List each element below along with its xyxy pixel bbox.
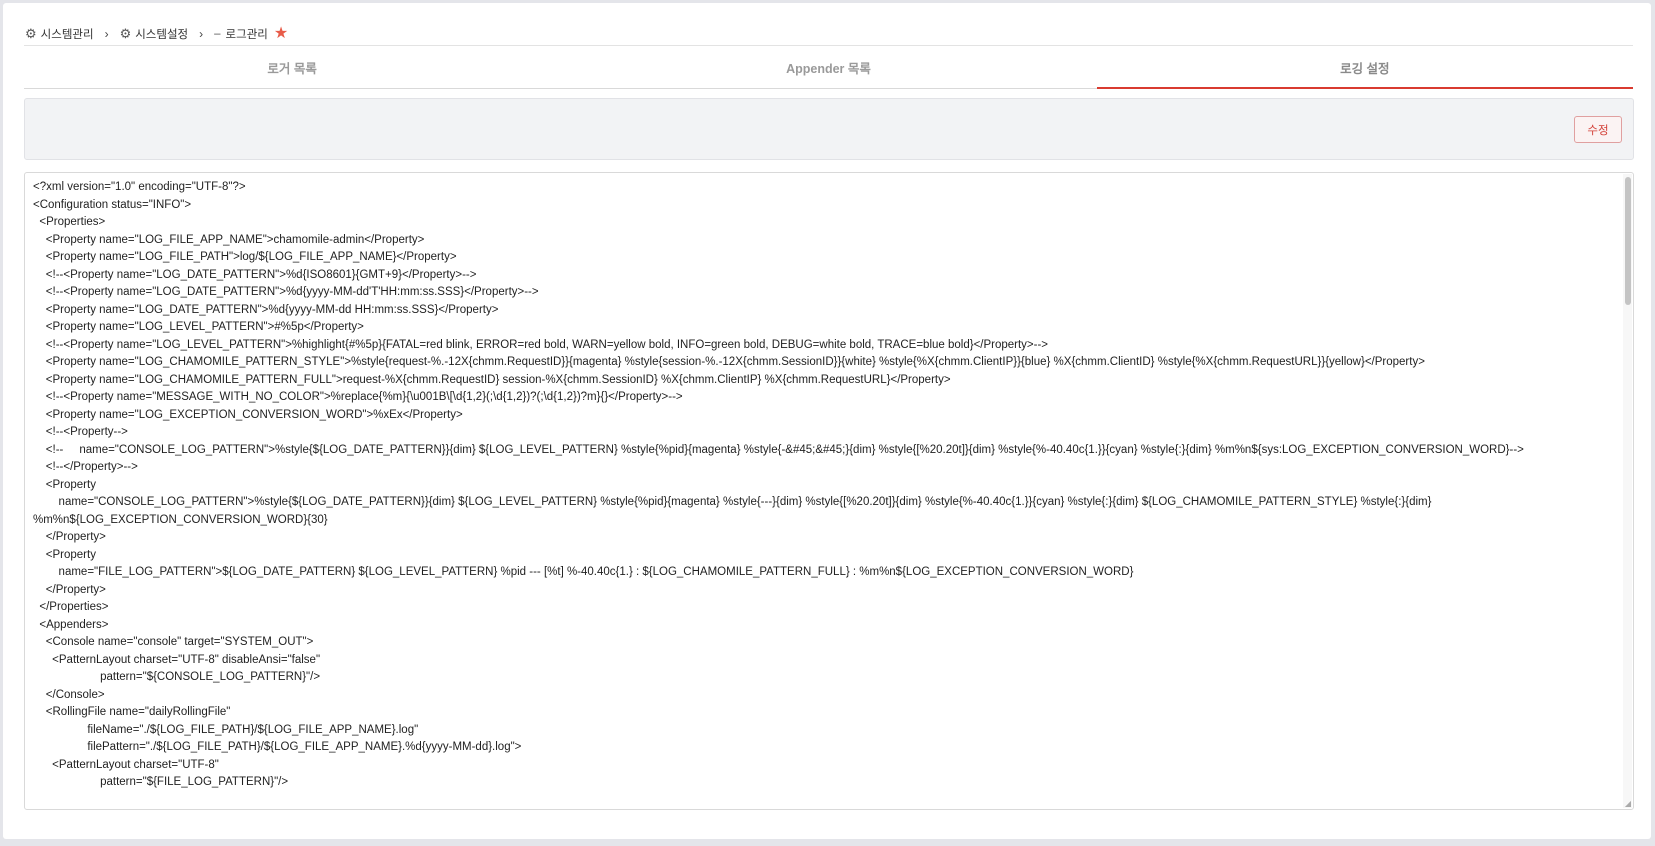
tab-bar: 로거 목록 Appender 목록 로깅 설정 — [24, 47, 1634, 89]
edit-button[interactable]: 수정 — [1574, 116, 1622, 143]
star-icon[interactable]: ★ — [274, 23, 288, 43]
divider — [24, 45, 1633, 46]
config-text[interactable]: <?xml version="1.0" encoding="UTF-8"?> <C… — [33, 179, 1619, 809]
tab-logging-settings[interactable]: 로깅 설정 — [1096, 47, 1634, 89]
code-line: <RollingFile name="dailyRollingFile" — [33, 706, 231, 718]
code-line: <PatternLayout charset="UTF-8" — [33, 758, 219, 771]
tab-label: 로깅 설정 — [1340, 62, 1390, 76]
code-line: <Property name="LOG_CHAMOMILE_PATTERN_FU… — [33, 373, 951, 386]
breadcrumb-label: 시스템관리 — [40, 29, 94, 41]
chevron-right-icon: › — [104, 27, 109, 41]
resize-handle-icon[interactable]: ◢ — [1625, 799, 1631, 808]
code-line: <Property name="LOG_LEVEL_PATTERN">#%5p<… — [33, 321, 364, 333]
code-line: <!-- name="CONSOLE_LOG_PATTERN">%style{$… — [33, 443, 1524, 456]
code-line: <Appenders> — [33, 618, 109, 631]
code-line: filePattern="./${LOG_FILE_PATH}/${LOG_FI… — [33, 741, 522, 753]
page: ⚙ 시스템관리 › ⚙ 시스템설정 › – 로그관리 ★ 로거 목록 Appen… — [3, 3, 1651, 839]
code-line: <Property name="LOG_FILE_PATH">log/${LOG… — [33, 251, 457, 263]
code-line: <Console name="console" target="SYSTEM_O… — [33, 636, 314, 648]
code-line: <!--</Property>--> — [33, 461, 138, 473]
tab-appender-list[interactable]: Appender 목록 — [560, 47, 1096, 88]
code-line: pattern="${FILE_LOG_PATTERN}"/> — [33, 776, 289, 788]
code-line: </Properties> — [33, 601, 109, 613]
code-line: <!--<Property name="MESSAGE_WITH_NO_COLO… — [33, 391, 683, 403]
code-line: %m%n${LOG_EXCEPTION_CONVERSION_WORD}{30} — [33, 513, 328, 526]
tab-logger-list[interactable]: 로거 목록 — [24, 47, 560, 88]
code-line: <?xml version="1.0" encoding="UTF-8"?> — [33, 181, 246, 193]
toolbar: 수정 — [24, 98, 1634, 160]
code-line: <PatternLayout charset="UTF-8" disableAn… — [33, 653, 321, 666]
code-line: <Property name="LOG_CHAMOMILE_PATTERN_ST… — [33, 356, 1425, 368]
breadcrumb: ⚙ 시스템관리 › ⚙ 시스템설정 › – 로그관리 ★ — [25, 24, 288, 44]
code-line: <Property — [33, 548, 96, 561]
code-line: <!--<Property--> — [33, 426, 128, 438]
code-line: pattern="${CONSOLE_LOG_PATTERN}"/> — [33, 671, 321, 683]
code-line: </Property> — [33, 531, 106, 543]
config-editor[interactable]: <?xml version="1.0" encoding="UTF-8"?> <C… — [24, 172, 1634, 810]
breadcrumb-item-system-settings[interactable]: ⚙ 시스템설정 — [120, 26, 189, 42]
breadcrumb-label: 시스템설정 — [135, 29, 189, 41]
code-line: </Property> — [33, 583, 106, 596]
code-line: <Property name="LOG_EXCEPTION_CONVERSION… — [33, 408, 463, 421]
code-line: <Properties> — [33, 216, 106, 228]
code-line: fileName="./${LOG_FILE_PATH}/${LOG_FILE_… — [33, 723, 419, 736]
code-line: </Console> — [33, 688, 105, 701]
code-line: name="CONSOLE_LOG_PATTERN">%style{${LOG_… — [33, 496, 1432, 508]
chevron-right-icon: › — [199, 27, 204, 41]
code-line: name="FILE_LOG_PATTERN">${LOG_DATE_PATTE… — [33, 566, 1134, 578]
breadcrumb-item-log-admin: – 로그관리 — [214, 26, 268, 42]
code-line: <!--<Property name="LOG_DATE_PATTERN">%d… — [33, 268, 477, 281]
code-line: <Property name="LOG_DATE_PATTERN">%d{yyy… — [33, 303, 499, 316]
scrollbar-thumb[interactable] — [1625, 177, 1631, 305]
tab-label: 로거 목록 — [267, 62, 317, 76]
code-line: <!--<Property name="LOG_DATE_PATTERN">%d… — [33, 286, 539, 298]
breadcrumb-label: 로그관리 — [225, 29, 268, 41]
code-line: <Property name="LOG_FILE_APP_NAME">chamo… — [33, 233, 425, 246]
code-line: <Property — [33, 478, 96, 491]
breadcrumb-item-system-admin[interactable]: ⚙ 시스템관리 — [25, 26, 94, 42]
gear-icon: ⚙ — [25, 26, 37, 41]
tab-label: Appender 목록 — [786, 62, 871, 76]
code-line: <Configuration status="INFO"> — [33, 198, 192, 211]
gear-icon: ⚙ — [119, 26, 132, 41]
minus-icon: – — [214, 28, 221, 40]
code-line: <!--<Property name="LOG_LEVEL_PATTERN">%… — [33, 338, 1049, 351]
